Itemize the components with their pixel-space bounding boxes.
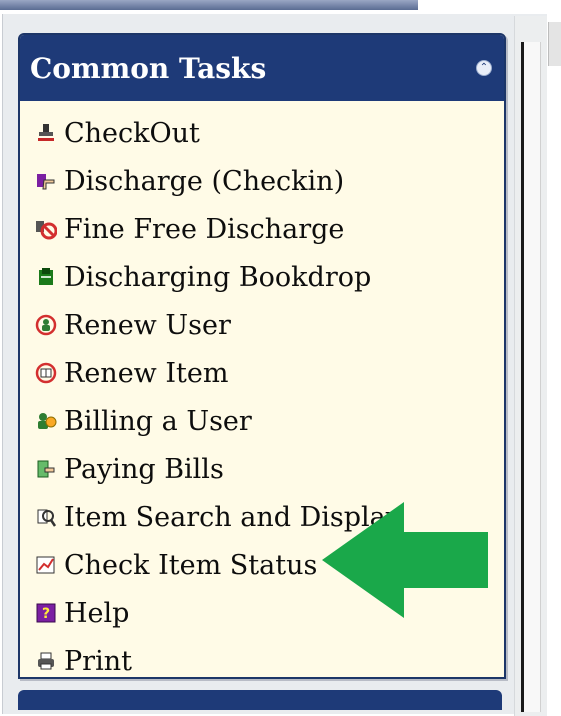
task-paying-bills[interactable]: Paying Bills bbox=[20, 445, 504, 493]
task-label: CheckOut bbox=[64, 117, 200, 149]
hand-book-icon bbox=[34, 169, 58, 193]
task-label: Help bbox=[64, 597, 130, 629]
item-search-icon bbox=[34, 505, 58, 529]
task-print[interactable]: Print bbox=[20, 637, 504, 677]
task-label: Paying Bills bbox=[64, 453, 224, 485]
green-arrow-annotation bbox=[322, 502, 488, 618]
task-label: Fine Free Discharge bbox=[64, 213, 345, 245]
task-label: Check Item Status bbox=[64, 549, 318, 581]
double-chevron-up-icon[interactable]: ⌃ bbox=[476, 60, 492, 76]
renew-item-icon bbox=[34, 361, 58, 385]
next-panel-header bbox=[18, 690, 502, 710]
task-renew-user[interactable]: Renew User bbox=[20, 301, 504, 349]
panel-header: Common Tasks ⌃ bbox=[20, 35, 504, 101]
task-label: Renew Item bbox=[64, 357, 229, 389]
task-fine-free-discharge[interactable]: Fine Free Discharge bbox=[20, 205, 504, 253]
top-banner bbox=[0, 0, 418, 10]
task-discharge[interactable]: Discharge (Checkin) bbox=[20, 157, 504, 205]
printer-icon bbox=[34, 649, 58, 673]
billing-icon bbox=[34, 409, 58, 433]
bookdrop-icon bbox=[34, 265, 58, 289]
panel-title: Common Tasks bbox=[30, 51, 267, 85]
renew-user-icon bbox=[34, 313, 58, 337]
no-fine-icon bbox=[34, 217, 58, 241]
scrollbar-thumb[interactable] bbox=[521, 42, 541, 712]
paying-bills-icon bbox=[34, 457, 58, 481]
task-label: Print bbox=[64, 645, 132, 677]
task-renew-item[interactable]: Renew Item bbox=[20, 349, 504, 397]
item-status-icon bbox=[34, 553, 58, 577]
task-billing-user[interactable]: Billing a User bbox=[20, 397, 504, 445]
task-label: Renew User bbox=[64, 309, 231, 341]
task-label: Billing a User bbox=[64, 405, 252, 437]
task-label: Discharging Bookdrop bbox=[64, 261, 372, 293]
task-discharging-bookdrop[interactable]: Discharging Bookdrop bbox=[20, 253, 504, 301]
task-checkout[interactable]: CheckOut bbox=[20, 109, 504, 157]
stamp-icon bbox=[34, 121, 58, 145]
side-edge bbox=[548, 22, 561, 66]
help-icon: ? bbox=[34, 601, 58, 625]
task-label: Discharge (Checkin) bbox=[64, 165, 345, 197]
svg-text:?: ? bbox=[42, 606, 50, 622]
